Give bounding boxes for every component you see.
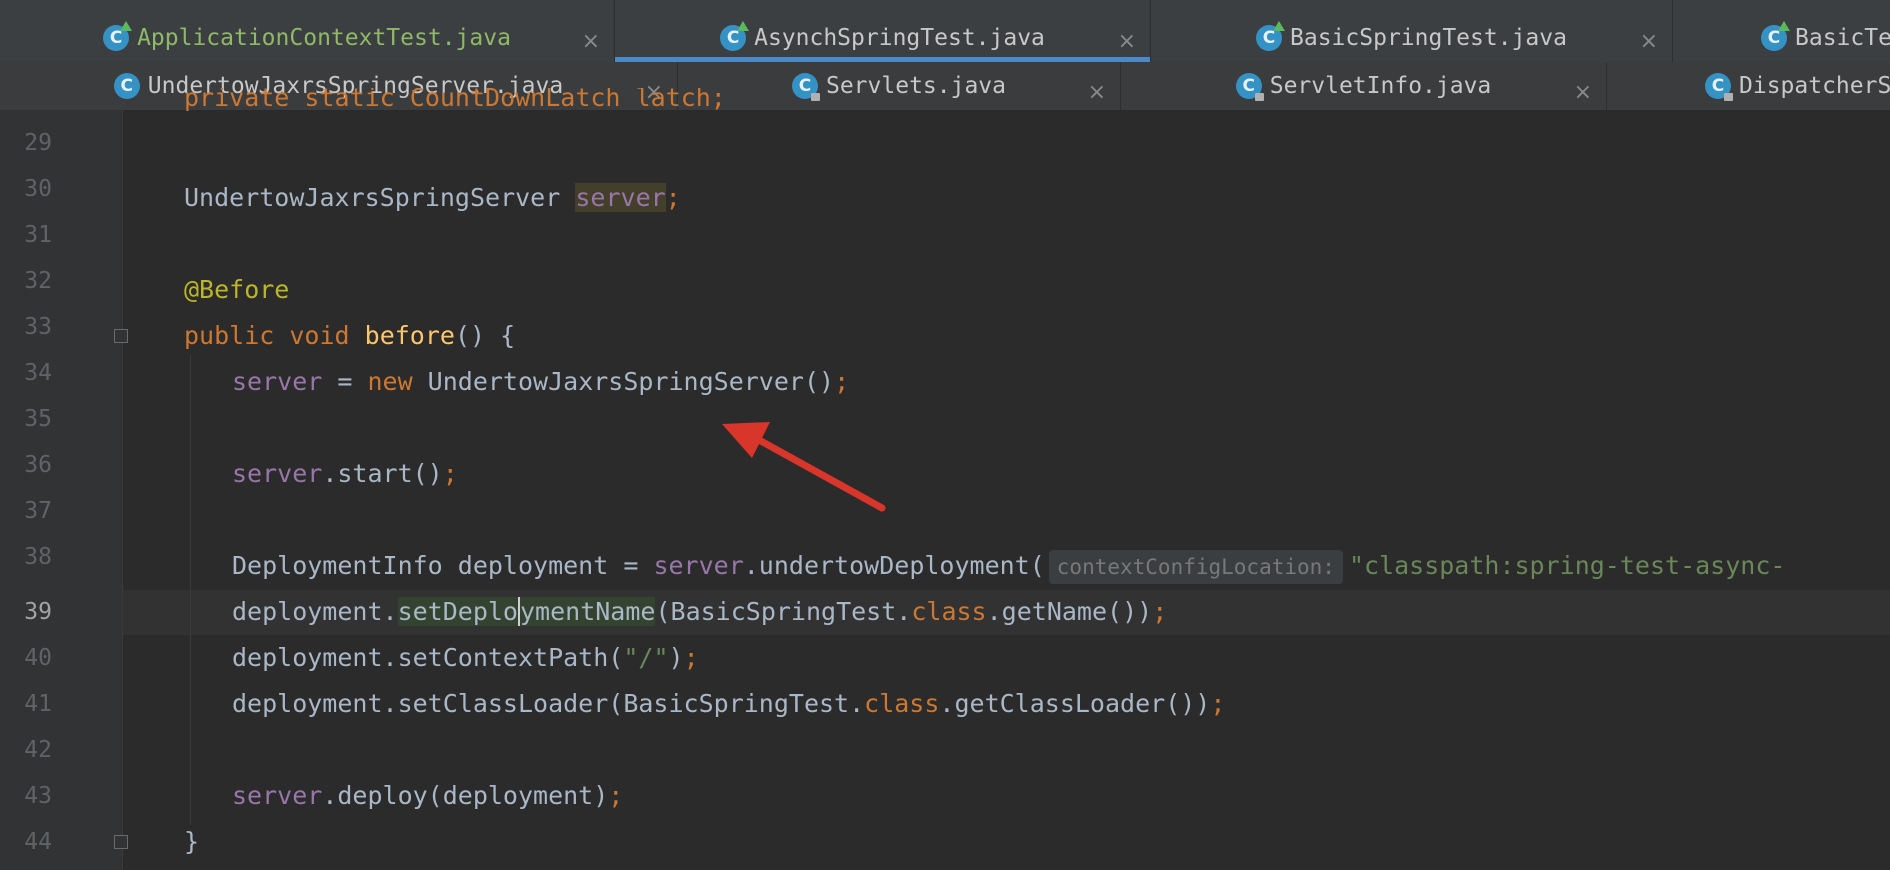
tab-servlet-info[interactable]: C ServletInfo.java ×: [1121, 62, 1607, 110]
line-number: 36: [24, 452, 52, 478]
code-line-34[interactable]: server = new UndertowJaxrsSpringServer()…: [232, 359, 849, 405]
tab-label: AsynchSpringTest.java: [754, 25, 1045, 51]
line-number: 30: [24, 176, 52, 202]
tab-label: Servlets.java: [825, 73, 1006, 99]
line-number: 32: [24, 268, 52, 294]
gutter-divider: [122, 110, 123, 870]
line-number: 31: [24, 222, 52, 248]
line-number: 34: [24, 360, 52, 386]
tab-asynch-spring-test[interactable]: C AsynchSpringTest.java ×: [615, 0, 1151, 62]
indent-guide: [190, 355, 191, 825]
tab-label: ApplicationContextTest.java: [137, 25, 511, 51]
tab-application-context-test[interactable]: C ApplicationContextTest.java ×: [0, 0, 615, 62]
highlighted-usage: server: [575, 183, 666, 212]
close-icon[interactable]: ×: [1118, 29, 1136, 54]
line-number: 43: [24, 783, 52, 809]
locked-class-icon: C: [1705, 73, 1733, 101]
annotation-arrow-shaft: [746, 431, 886, 512]
code-line-40[interactable]: deployment.setContextPath("/");: [232, 635, 699, 681]
tab-basic-te[interactable]: C BasicTe: [1673, 0, 1890, 62]
close-icon[interactable]: ×: [1574, 80, 1592, 105]
annotation-arrow: [722, 422, 886, 512]
line-number: 29: [24, 130, 52, 156]
code-line-32[interactable]: @Before: [184, 267, 289, 313]
tab-label: DispatcherS: [1739, 73, 1890, 99]
code-line-43[interactable]: server.deploy(deployment);: [232, 773, 623, 819]
spring-class-icon: C: [1256, 21, 1286, 51]
tab-servlets[interactable]: C Servlets.java ×: [678, 62, 1121, 110]
line-number: 41: [24, 691, 52, 717]
spring-class-icon: C: [103, 21, 133, 51]
code-line-30[interactable]: UndertowJaxrsSpringServer server;: [184, 175, 681, 221]
locked-class-icon: C: [1235, 73, 1264, 101]
line-number: 42: [24, 737, 52, 763]
text-caret: ymentName: [518, 597, 656, 626]
code-line-33[interactable]: public void before() {: [184, 313, 515, 359]
code-line-28[interactable]: private static CountDownLatch latch;: [184, 88, 726, 112]
code-line-38[interactable]: DeploymentInfo deployment = server.under…: [232, 543, 1785, 589]
line-number-current: 39: [24, 599, 52, 625]
line-number: 44: [24, 829, 52, 855]
spring-class-icon: C: [1761, 21, 1790, 51]
line-number: 37: [24, 498, 52, 524]
line-number: 35: [24, 406, 52, 432]
tab-label: BasicTe: [1795, 25, 1890, 51]
parameter-hint: contextConfigLocation:: [1048, 550, 1343, 584]
close-icon[interactable]: ×: [582, 29, 600, 54]
code-line-39[interactable]: deployment.setDeploymentName(BasicSpring…: [232, 589, 1167, 635]
tab-dispatcher-s[interactable]: C DispatcherS: [1607, 62, 1890, 110]
line-number: 33: [24, 314, 52, 340]
spring-class-icon: C: [720, 21, 750, 51]
class-icon: C: [113, 73, 140, 99]
code-line-44[interactable]: }: [184, 819, 199, 865]
fold-toggle-icon[interactable]: [114, 835, 128, 849]
line-number: 38: [24, 544, 52, 570]
line-number: 40: [24, 645, 52, 671]
code-line-41[interactable]: deployment.setClassLoader(BasicSpringTes…: [232, 681, 1225, 727]
fold-toggle-icon[interactable]: [114, 329, 128, 343]
close-icon[interactable]: ×: [1088, 80, 1106, 105]
tab-label: BasicSpringTest.java: [1290, 25, 1567, 51]
locked-class-icon: C: [791, 73, 820, 101]
close-icon[interactable]: ×: [1640, 29, 1658, 54]
editor-tab-bar-primary: C ApplicationContextTest.java × C Asynch…: [0, 0, 1890, 63]
tab-label: ServletInfo.java: [1269, 73, 1492, 99]
code-line-36[interactable]: server.start();: [232, 451, 458, 497]
tab-basic-spring-test[interactable]: C BasicSpringTest.java ×: [1151, 0, 1673, 62]
